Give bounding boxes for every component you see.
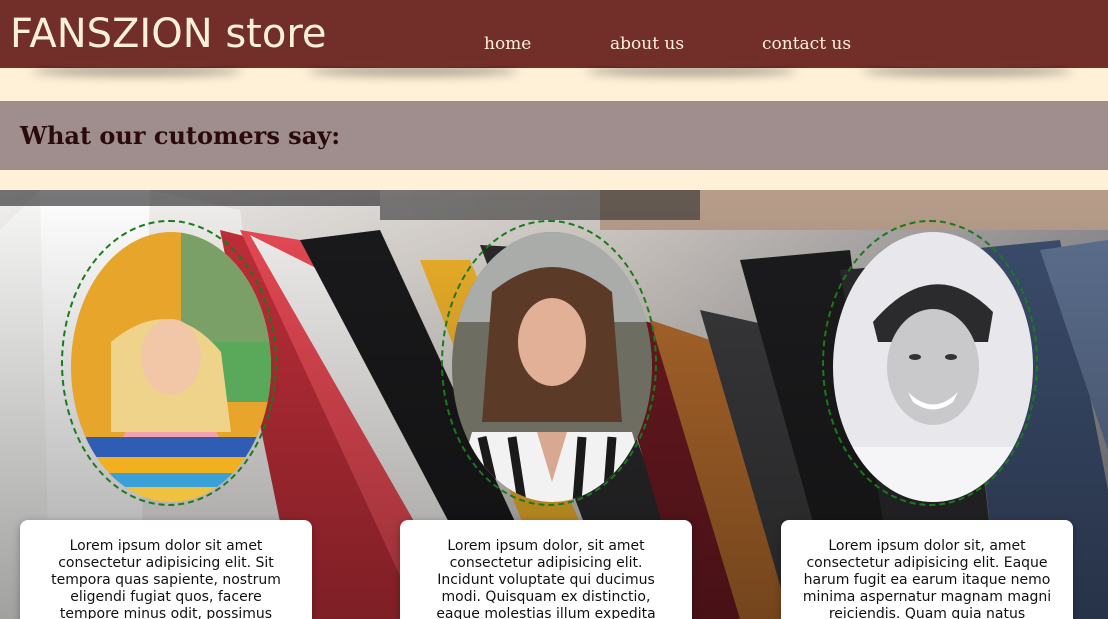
customer-avatar bbox=[71, 232, 271, 502]
clothing-rack-background: Lorem ipsum dolor sit amet consectetur a… bbox=[0, 190, 1108, 619]
header-shadow bbox=[308, 58, 518, 68]
testimonial-text: Lorem ipsum dolor, sit amet consectetur … bbox=[436, 538, 656, 619]
woman-striped-sweater-portrait bbox=[71, 232, 271, 502]
section-title: What our cutomers say: bbox=[20, 121, 341, 150]
testimonial-card: Lorem ipsum dolor, sit amet consectetur … bbox=[400, 520, 692, 619]
header-shadow bbox=[586, 58, 796, 68]
nav-about-link[interactable]: about us bbox=[610, 34, 684, 54]
customer-avatar bbox=[452, 232, 652, 502]
testimonial-card: Lorem ipsum dolor sit, amet consectetur … bbox=[781, 520, 1073, 619]
header-shadow bbox=[32, 58, 242, 68]
testimonials-heading-band: What our cutomers say: bbox=[0, 101, 1108, 170]
nav-home-link[interactable]: home bbox=[484, 34, 531, 54]
woman-striped-shirt-portrait bbox=[452, 232, 652, 502]
testimonial-text: Lorem ipsum dolor sit amet consectetur a… bbox=[51, 538, 281, 619]
smiling-man-bw-portrait bbox=[833, 232, 1033, 502]
customer-avatar bbox=[833, 232, 1033, 502]
testimonial-text: Lorem ipsum dolor sit, amet consectetur … bbox=[802, 538, 1052, 619]
nav-contact-link[interactable]: contact us bbox=[762, 34, 851, 54]
header-shadow bbox=[862, 58, 1072, 68]
testimonial-card: Lorem ipsum dolor sit amet consectetur a… bbox=[20, 520, 312, 619]
brand-logo-text[interactable]: FANSZION store bbox=[10, 10, 327, 58]
